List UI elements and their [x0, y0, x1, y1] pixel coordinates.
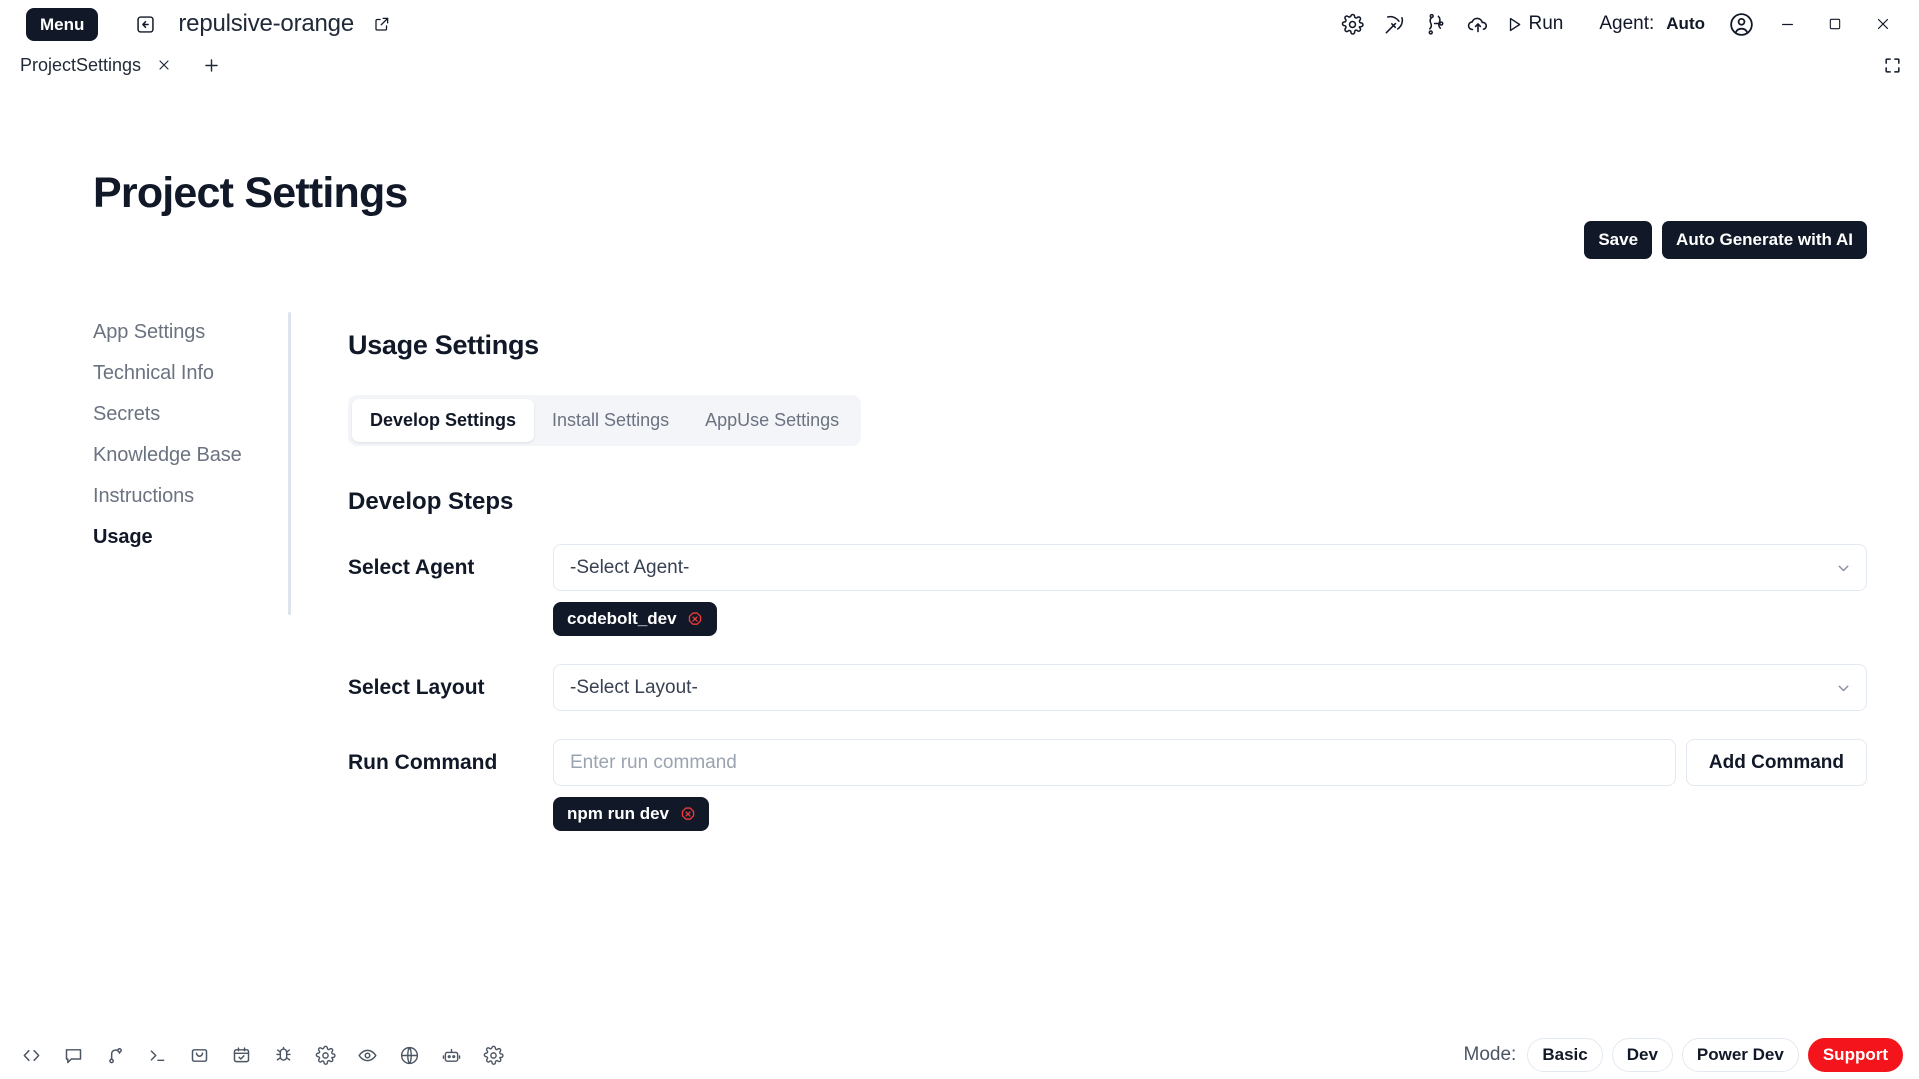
subsection-title: Develop Steps — [348, 488, 514, 515]
run-button-label: Run — [1528, 13, 1564, 34]
select-layout-row: Select Layout -Select Layout- — [348, 664, 1867, 711]
tab-label: ProjectSettings — [20, 54, 142, 75]
run-button[interactable]: Run — [1499, 4, 1573, 44]
chevron-down-icon — [1835, 559, 1852, 576]
calendar-check-icon[interactable] — [220, 1037, 262, 1073]
tab-install-settings[interactable]: Install Settings — [534, 399, 687, 442]
chip-label: npm run dev — [567, 804, 670, 823]
settings-sidebar: App Settings Technical Info Secrets Know… — [93, 312, 289, 558]
pickaxe-icon[interactable] — [1373, 4, 1415, 44]
agent-label: Agent: — [1599, 13, 1655, 34]
code-brackets-icon[interactable] — [10, 1037, 52, 1073]
mode-button-dev[interactable]: Dev — [1611, 1038, 1673, 1072]
select-layout-field-group: -Select Layout- — [553, 664, 1867, 711]
robot-icon[interactable] — [430, 1037, 472, 1073]
run-command-row: Run Command Add Command npm run dev — [348, 739, 1867, 831]
remove-circle-icon[interactable] — [678, 805, 697, 824]
auto-generate-with-ai-button[interactable]: Auto Generate with AI — [1662, 221, 1867, 259]
mode-selector: Mode: Basic Dev Power Dev Support — [1464, 1038, 1903, 1072]
git-branch-icon[interactable] — [94, 1037, 136, 1073]
select-layout-value: -Select Layout- — [570, 676, 698, 698]
title-bar: Menu repulsive-orange Run Agent: Auto — [0, 0, 1919, 48]
chat-bubble-icon[interactable] — [52, 1037, 94, 1073]
select-agent-row: Select Agent -Select Agent- codebolt_dev — [348, 544, 1867, 636]
chip-agent[interactable]: codebolt_dev — [553, 602, 717, 636]
agent-value[interactable]: Auto — [1666, 14, 1705, 34]
tab-project-settings[interactable]: ProjectSettings — [14, 55, 178, 76]
tab-close-icon[interactable] — [155, 57, 172, 74]
gear-icon[interactable] — [1331, 4, 1373, 44]
sidebar-item-secrets[interactable]: Secrets — [93, 394, 289, 435]
select-layout-dropdown[interactable]: -Select Layout- — [553, 664, 1867, 711]
close-button[interactable] — [1859, 4, 1907, 44]
terminal-icon[interactable] — [136, 1037, 178, 1073]
back-arrow-icon[interactable] — [134, 13, 156, 35]
sidebar-item-usage[interactable]: Usage — [93, 517, 289, 558]
section-title: Usage Settings — [348, 330, 539, 360]
gear-advanced-icon[interactable] — [472, 1037, 514, 1073]
run-command-field-group: Add Command npm run dev — [553, 739, 1867, 831]
mode-button-power-dev[interactable]: Power Dev — [1681, 1038, 1799, 1072]
tab-appuse-settings[interactable]: AppUse Settings — [687, 399, 857, 442]
minimize-button[interactable] — [1763, 4, 1811, 44]
main-content: Usage Settings Develop Settings Install … — [348, 330, 1867, 831]
eye-icon[interactable] — [346, 1037, 388, 1073]
bug-icon[interactable] — [262, 1037, 304, 1073]
run-command-chips: npm run dev — [553, 797, 1867, 831]
status-bar: Mode: Basic Dev Power Dev Support — [0, 1031, 1919, 1079]
project-name: repulsive-orange — [178, 10, 354, 37]
titlebar-right-group: Run Agent: Auto — [1331, 4, 1907, 44]
select-agent-label: Select Agent — [348, 556, 475, 579]
globe-icon[interactable] — [388, 1037, 430, 1073]
chip-label: codebolt_dev — [567, 609, 677, 628]
run-command-label: Run Command — [348, 751, 498, 774]
mode-button-basic[interactable]: Basic — [1527, 1038, 1603, 1072]
page-title: Project Settings — [93, 169, 408, 217]
select-agent-value: -Select Agent- — [570, 556, 690, 578]
sidebar-item-app-settings[interactable]: App Settings — [93, 312, 289, 353]
sidebar-item-technical-info[interactable]: Technical Info — [93, 353, 289, 394]
sidebar-item-knowledge-base[interactable]: Knowledge Base — [93, 435, 289, 476]
git-branch-icon[interactable] — [1415, 4, 1457, 44]
select-layout-label: Select Layout — [348, 676, 485, 699]
maximize-button[interactable] — [1811, 4, 1859, 44]
add-command-button[interactable]: Add Command — [1685, 739, 1867, 786]
account-circle-icon[interactable] — [1719, 4, 1763, 44]
mode-button-support[interactable]: Support — [1807, 1038, 1903, 1072]
sidebar-divider — [288, 312, 291, 615]
chevron-down-icon — [1835, 679, 1852, 696]
tab-develop-settings[interactable]: Develop Settings — [352, 399, 535, 442]
select-agent-field-group: -Select Agent- codebolt_dev — [553, 544, 1867, 636]
fullscreen-icon[interactable] — [1879, 52, 1905, 78]
inbox-icon[interactable] — [178, 1037, 220, 1073]
mode-label: Mode: — [1463, 1044, 1517, 1065]
remove-circle-icon[interactable] — [686, 610, 705, 629]
select-agent-dropdown[interactable]: -Select Agent- — [553, 544, 1867, 591]
add-tab-button[interactable] — [200, 54, 222, 76]
save-button[interactable]: Save — [1584, 221, 1653, 259]
menu-button[interactable]: Menu — [26, 7, 99, 41]
tab-strip: ProjectSettings — [0, 48, 1919, 82]
run-command-input-wrap — [553, 739, 1676, 786]
external-link-icon[interactable] — [372, 14, 392, 34]
gear-icon[interactable] — [304, 1037, 346, 1073]
run-command-input[interactable] — [553, 739, 1676, 786]
run-command-input-row: Add Command — [553, 739, 1867, 786]
chip-command[interactable]: npm run dev — [553, 797, 710, 831]
cloud-upload-icon[interactable] — [1457, 4, 1499, 44]
header-actions: Save Auto Generate with AI — [1584, 221, 1867, 259]
sidebar-item-instructions[interactable]: Instructions — [93, 476, 289, 517]
select-agent-chips: codebolt_dev — [553, 602, 1867, 636]
usage-settings-tabs: Develop Settings Install Settings AppUse… — [348, 395, 862, 446]
